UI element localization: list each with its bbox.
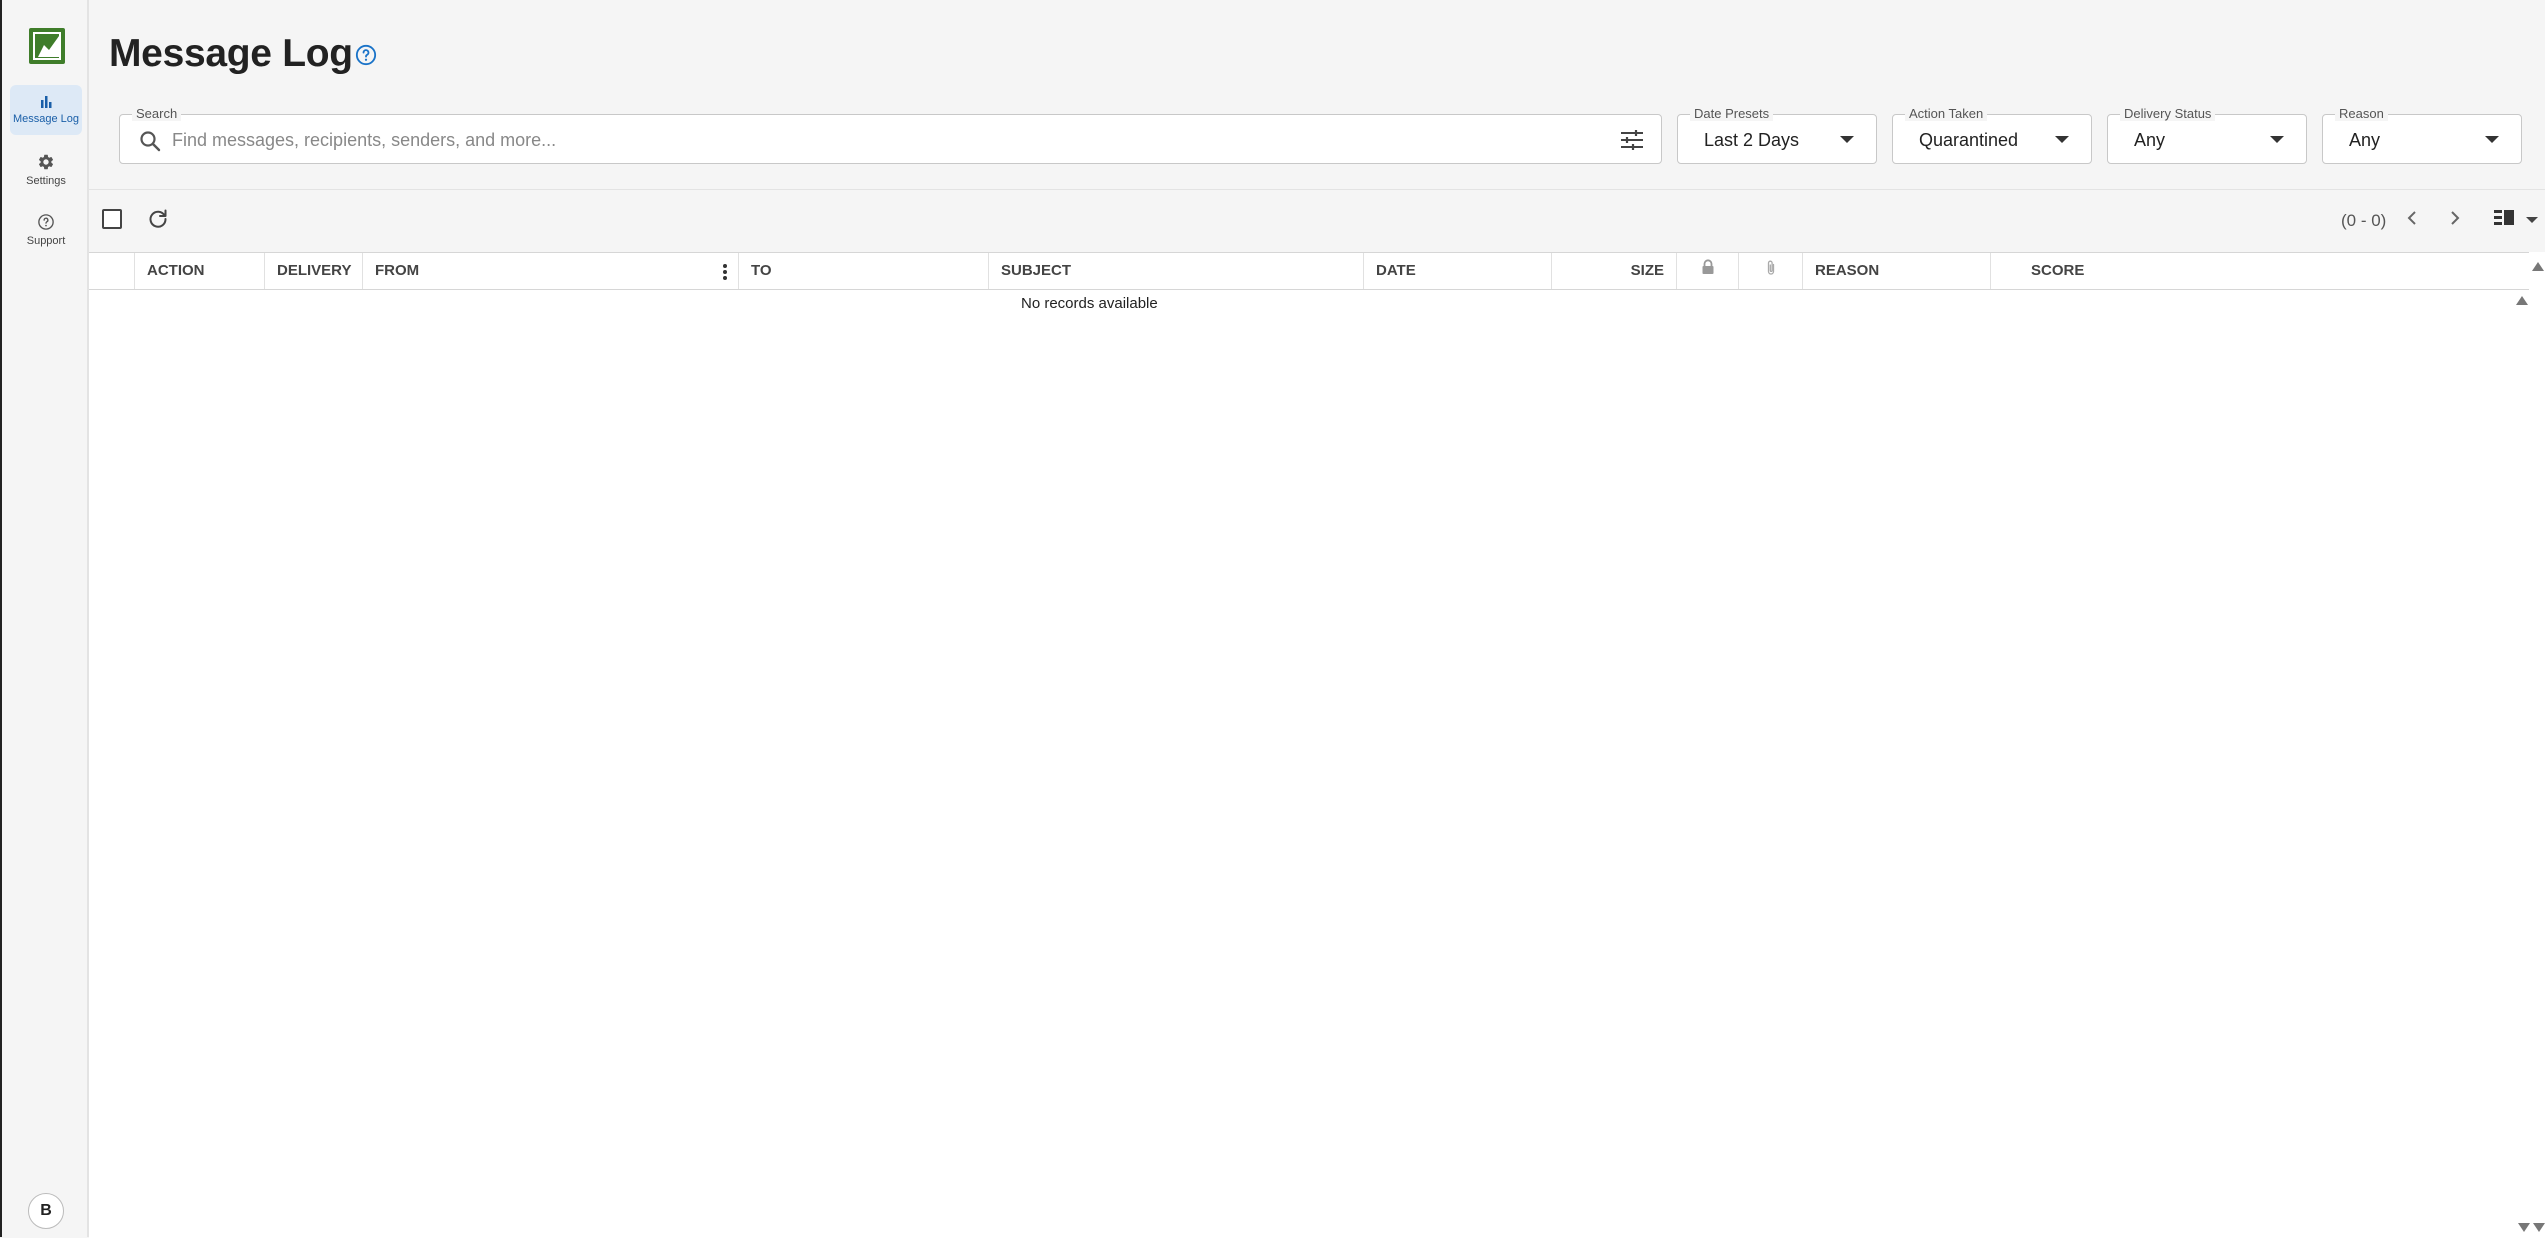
bar-chart-icon bbox=[41, 96, 52, 108]
chevron-right-icon[interactable] bbox=[2445, 208, 2465, 228]
paperclip-icon bbox=[1767, 260, 1774, 275]
table-toolbar: (0 - 0) bbox=[89, 190, 2545, 252]
delivery-status-select[interactable]: Delivery Status Any bbox=[2107, 106, 2307, 164]
filter-settings-icon[interactable] bbox=[1619, 129, 1645, 151]
nav-item-support[interactable]: Support bbox=[10, 205, 82, 255]
chevron-down-icon bbox=[2485, 136, 2499, 143]
search-label: Search bbox=[132, 106, 182, 121]
help-icon[interactable] bbox=[355, 44, 377, 66]
pager-range: (0 - 0) bbox=[2341, 211, 2387, 230]
date-presets-value: Last 2 Days bbox=[1704, 130, 1800, 150]
empty-state-message: No records available bbox=[1021, 295, 1158, 312]
chevron-left-icon[interactable] bbox=[2402, 208, 2422, 228]
select-all-checkbox[interactable] bbox=[102, 209, 122, 229]
lock-icon bbox=[1702, 259, 1713, 274]
table-header: ACTION DELIVERY FROM TO SUBJECT DATE SIZ… bbox=[89, 252, 2529, 290]
more-vertical-icon[interactable] bbox=[722, 263, 728, 281]
search-field: Search bbox=[119, 106, 1662, 164]
reason-select[interactable]: Reason Any bbox=[2322, 106, 2522, 164]
column-header-from[interactable]: FROM bbox=[363, 253, 739, 289]
chevron-down-icon bbox=[1840, 136, 1854, 143]
column-header-attachment[interactable] bbox=[1739, 253, 1803, 289]
column-header-delivery[interactable]: DELIVERY bbox=[265, 253, 363, 289]
date-presets-label: Date Presets bbox=[1690, 106, 1774, 121]
nav-item-label: Settings bbox=[26, 175, 66, 187]
column-header-size[interactable]: SIZE bbox=[1552, 253, 1677, 289]
gear-icon bbox=[38, 154, 54, 170]
column-layout-icon[interactable] bbox=[2492, 208, 2542, 230]
nav-item-label: Message Log bbox=[12, 113, 80, 125]
search-input[interactable] bbox=[170, 125, 1574, 155]
header-spacer bbox=[89, 253, 135, 289]
refresh-icon[interactable] bbox=[146, 207, 170, 231]
header-scroll-up-arrow[interactable] bbox=[2532, 262, 2544, 271]
page-title: Message Log bbox=[109, 32, 353, 75]
nav-item-label: Support bbox=[26, 235, 66, 247]
scroll-down-arrow[interactable] bbox=[2518, 1223, 2530, 1232]
column-header-score[interactable]: SCORE bbox=[1991, 253, 2529, 289]
reason-label: Reason bbox=[2335, 106, 2388, 121]
user-avatar[interactable]: B bbox=[28, 1193, 64, 1229]
column-header-to[interactable]: TO bbox=[739, 253, 989, 289]
column-header-encrypted[interactable] bbox=[1677, 253, 1739, 289]
reason-value: Any bbox=[2349, 130, 2381, 150]
column-header-subject[interactable]: SUBJECT bbox=[989, 253, 1364, 289]
scroll-up-arrow[interactable] bbox=[2516, 296, 2528, 305]
app-logo[interactable] bbox=[29, 28, 65, 64]
help-circle-icon bbox=[38, 214, 54, 230]
nav-item-message-log[interactable]: Message Log bbox=[10, 85, 82, 135]
chevron-down-icon bbox=[2270, 136, 2284, 143]
column-header-date[interactable]: DATE bbox=[1364, 253, 1552, 289]
search-icon bbox=[140, 131, 161, 152]
date-presets-select[interactable]: Date Presets Last 2 Days bbox=[1677, 106, 1877, 164]
horizontal-scroll-down-arrow[interactable] bbox=[2533, 1223, 2545, 1232]
left-nav-rail: Message Log Settings Support B bbox=[0, 0, 89, 1237]
action-taken-select[interactable]: Action Taken Quarantined bbox=[1892, 106, 2092, 164]
delivery-status-label: Delivery Status bbox=[2120, 106, 2216, 121]
column-header-action[interactable]: ACTION bbox=[135, 253, 265, 289]
chevron-down-icon bbox=[2055, 136, 2069, 143]
delivery-status-value: Any bbox=[2134, 130, 2166, 150]
message-table-panel: (0 - 0) ACTION DELIVERY FROM TO SUBJECT … bbox=[89, 189, 2545, 1238]
action-taken-value: Quarantined bbox=[1919, 130, 2019, 150]
column-header-reason[interactable]: REASON bbox=[1803, 253, 1991, 289]
nav-item-settings[interactable]: Settings bbox=[10, 145, 82, 195]
column-header-from-label: FROM bbox=[375, 262, 420, 279]
action-taken-label: Action Taken bbox=[1905, 106, 1988, 121]
